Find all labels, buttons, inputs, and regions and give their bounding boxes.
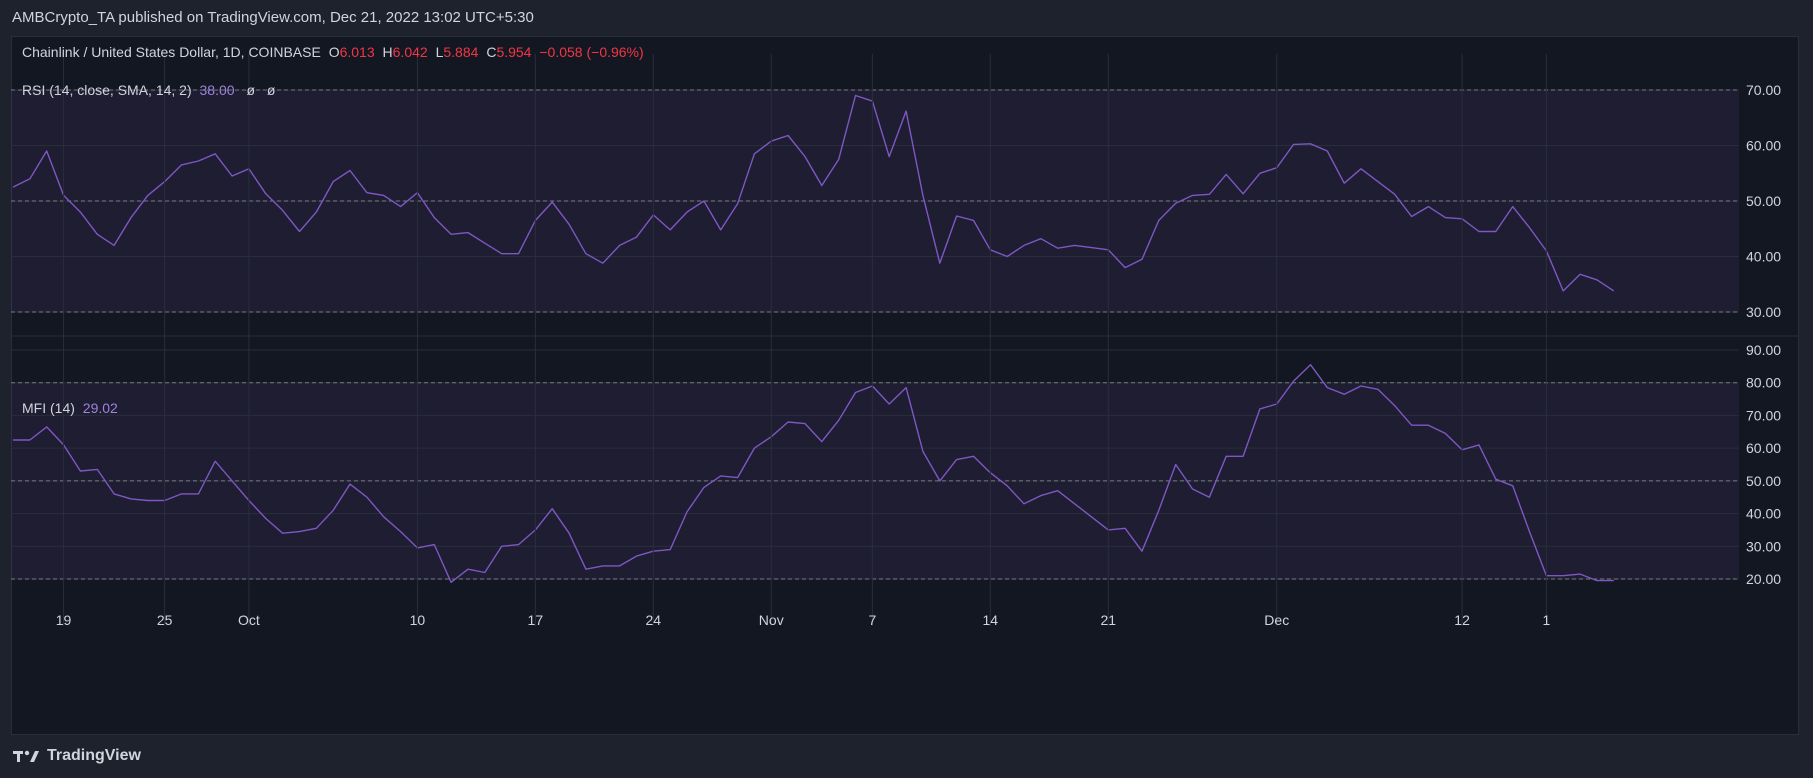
mfi-y-tick-label: 40.00 bbox=[1746, 506, 1781, 522]
tradingview-logo-icon bbox=[13, 750, 39, 762]
publication-header: AMBCrypto_TA published on TradingView.co… bbox=[12, 9, 534, 26]
x-tick-label: 12 bbox=[1454, 612, 1470, 628]
rsi-y-tick-label: 60.00 bbox=[1746, 138, 1781, 154]
rsi-legend-name: RSI (14, close, SMA, 14, 2) bbox=[22, 82, 192, 98]
close-label: C bbox=[486, 44, 497, 60]
x-tick-label: Dec bbox=[1264, 612, 1289, 628]
rsi-pane[interactable]: 30.00 40.00 50.00 60.00 70.00 bbox=[11, 82, 1781, 320]
rsi-legend[interactable]: RSI (14, close, SMA, 14, 2) 38.00 ø ø bbox=[22, 82, 275, 98]
indicator-chart[interactable]: 30.00 40.00 50.00 60.00 70.00 20.00 30.00 40.0… bbox=[11, 36, 1799, 735]
x-tick-label: 10 bbox=[410, 612, 426, 628]
x-tick-label: 17 bbox=[528, 612, 544, 628]
rsi-y-tick-label: 70.00 bbox=[1746, 82, 1781, 98]
low-value: 5.884 bbox=[443, 44, 479, 60]
mfi-pane[interactable]: 20.00 30.00 40.00 50.00 60.00 70.00 80.00 90.00 bbox=[11, 342, 1781, 587]
close-value: 5.954 bbox=[496, 44, 532, 60]
rsi-y-tick-label: 30.00 bbox=[1746, 304, 1781, 320]
x-tick-label: 24 bbox=[646, 612, 662, 628]
mfi-y-tick-label: 60.00 bbox=[1746, 440, 1781, 456]
mfi-y-tick-label: 50.00 bbox=[1746, 473, 1781, 489]
rsi-legend-value: 38.00 bbox=[199, 82, 235, 98]
mfi-y-tick-label: 80.00 bbox=[1746, 375, 1781, 391]
mfi-legend[interactable]: MFI (14) 29.02 bbox=[22, 400, 118, 416]
x-tick-label: 19 bbox=[56, 612, 72, 628]
rsi-y-tick-label: 50.00 bbox=[1746, 193, 1781, 209]
mfi-y-tick-label: 30.00 bbox=[1746, 538, 1781, 554]
mfi-legend-name: MFI (14) bbox=[22, 400, 75, 416]
x-tick-label: 14 bbox=[983, 612, 999, 628]
symbol-name: Chainlink / United States Dollar, 1D, CO… bbox=[22, 44, 321, 60]
x-tick-label: Oct bbox=[238, 612, 260, 628]
x-tick-label: 1 bbox=[1542, 612, 1550, 628]
high-value: 6.042 bbox=[392, 44, 428, 60]
tradingview-logo[interactable]: TradingView bbox=[13, 746, 141, 766]
open-label: O bbox=[328, 44, 340, 60]
x-tick-label: 7 bbox=[868, 612, 876, 628]
x-tick-label: 25 bbox=[157, 612, 173, 628]
mfi-y-tick-label: 90.00 bbox=[1746, 342, 1781, 358]
rsi-legend-symbol-1: ø bbox=[246, 82, 256, 98]
rsi-y-tick-label: 40.00 bbox=[1746, 249, 1781, 265]
mfi-y-tick-label: 70.00 bbox=[1746, 407, 1781, 423]
symbol-legend[interactable]: Chainlink / United States Dollar, 1D, CO… bbox=[22, 44, 644, 60]
mfi-y-tick-label: 20.00 bbox=[1746, 571, 1781, 587]
high-label: H bbox=[382, 44, 393, 60]
open-value: 6.013 bbox=[339, 44, 375, 60]
x-tick-label: Nov bbox=[759, 612, 784, 628]
rsi-legend-symbol-2: ø bbox=[266, 82, 276, 98]
mfi-legend-value: 29.02 bbox=[82, 400, 118, 416]
tradingview-brand: TradingView bbox=[47, 747, 141, 764]
change-value: −0.058 (−0.96%) bbox=[539, 44, 644, 60]
x-tick-label: 21 bbox=[1100, 612, 1116, 628]
published-text: AMBCrypto_TA published on TradingView.co… bbox=[12, 9, 534, 26]
